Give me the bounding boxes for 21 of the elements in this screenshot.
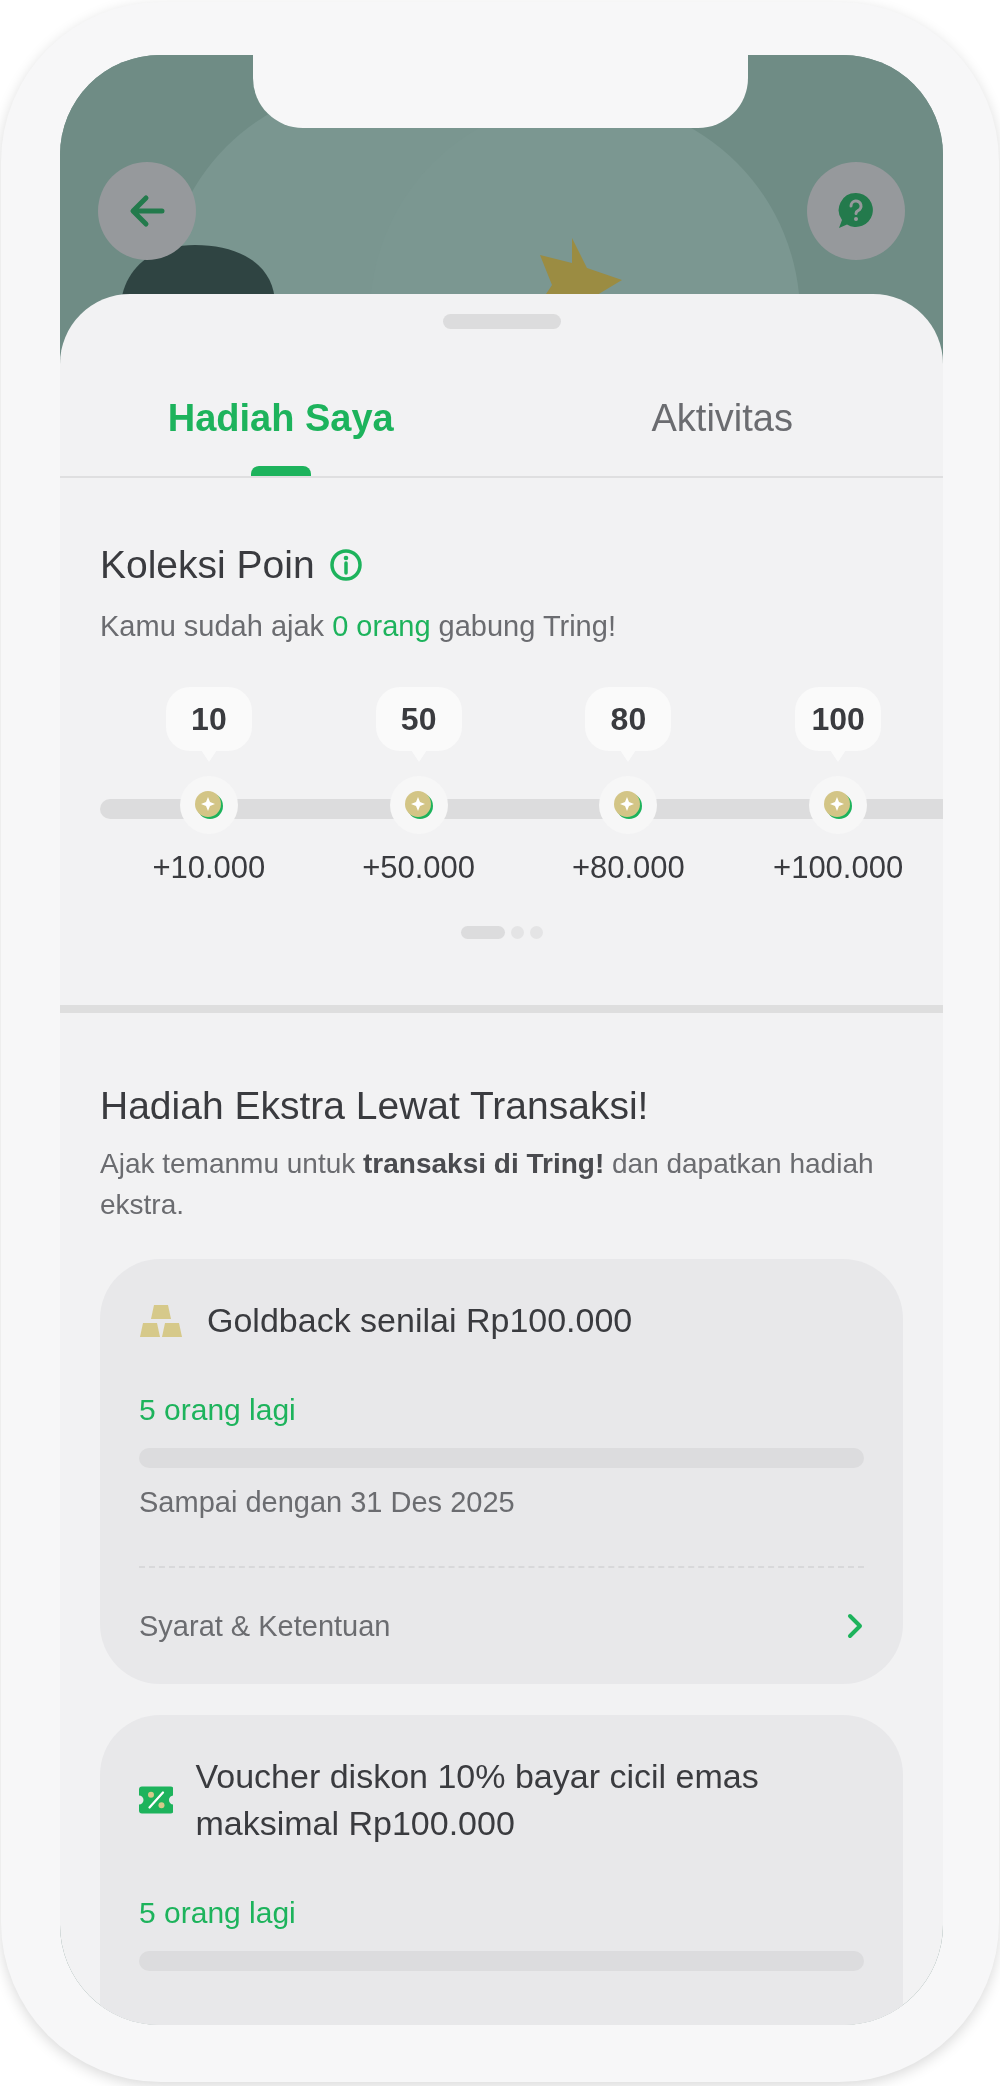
reward-amount: +80.000	[571, 850, 685, 886]
reward-amount: +100.000	[773, 850, 904, 886]
reward-amount: +10.000	[152, 850, 266, 886]
section-description: Ajak temanmu untuk transaksi di Tring! dan dapatkan hadiah ekstra.	[100, 1147, 875, 1222]
info-icon[interactable]	[328, 548, 363, 582]
back-icon	[128, 192, 166, 230]
invite-summary: Kamu sudah ajak 0 orang gabung Tring!	[100, 609, 617, 644]
remaining-count: 5 orang lagi	[139, 1392, 297, 1428]
deadline-text: Sampai dengan 31 Des 2025	[139, 1485, 516, 1520]
reward-amount: +50.000	[362, 850, 476, 886]
reward-title: Goldback senilai Rp100.000	[207, 1300, 633, 1341]
section-title: Koleksi Poin	[100, 542, 315, 588]
section-title: Hadiah Ekstra Lewat Transaksi!	[100, 1083, 650, 1129]
chevron-right-icon	[846, 1612, 864, 1640]
reward-title: Voucher diskon 10% bayar cicil emas maksimal Rp100.000	[195, 1756, 760, 1844]
tab[interactable]: Aktivitas	[501, 329, 943, 476]
ingot-stack-icon	[139, 1302, 185, 1339]
remaining-count: 5 orang lagi	[139, 1895, 297, 1931]
help-chat-icon	[836, 191, 876, 231]
terms-link[interactable]: Syarat & Ketentuan	[139, 1608, 864, 1644]
tab[interactable]: Hadiah Saya	[60, 329, 502, 476]
